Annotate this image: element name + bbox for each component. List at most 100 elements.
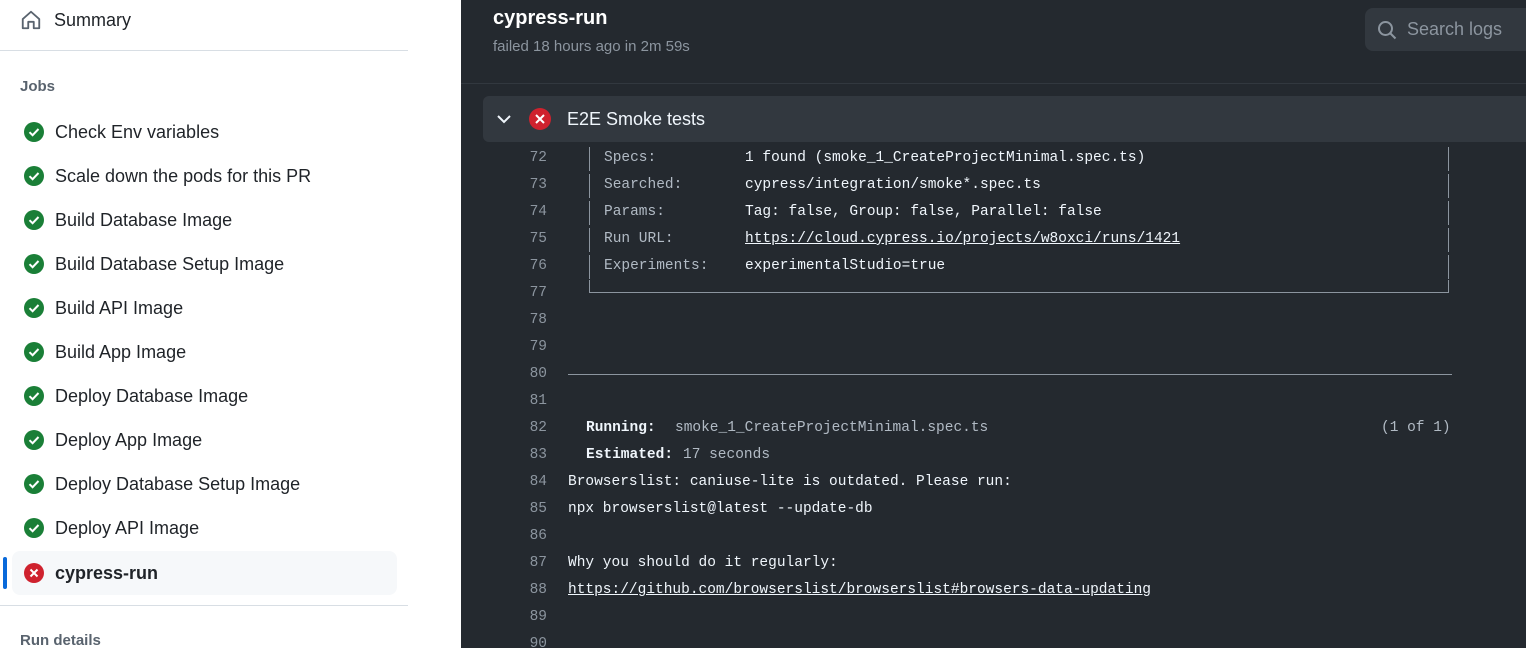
failure-x-icon bbox=[529, 108, 551, 130]
line-number[interactable]: 83 bbox=[499, 447, 547, 463]
line-number[interactable]: 80 bbox=[499, 366, 547, 382]
log-key: Params: bbox=[604, 204, 665, 220]
line-number[interactable]: 90 bbox=[499, 636, 547, 648]
job-label: Check Env variables bbox=[55, 121, 220, 142]
header-divider bbox=[461, 83, 1526, 84]
line-number[interactable]: 75 bbox=[499, 231, 547, 247]
log-value: experimentalStudio=true bbox=[745, 258, 946, 274]
failure-x-icon bbox=[24, 563, 44, 583]
box-border bbox=[1448, 147, 1449, 171]
sidebar-job-build-db[interactable]: Build Database Image bbox=[12, 198, 397, 242]
line-number[interactable]: 88 bbox=[499, 582, 547, 598]
line-number[interactable]: 73 bbox=[499, 177, 547, 193]
search-logs[interactable] bbox=[1365, 8, 1526, 51]
sidebar-job-scale-down[interactable]: Scale down the pods for this PR bbox=[12, 154, 397, 198]
log-line: 87 Why you should do it regularly: bbox=[461, 550, 1526, 576]
job-status-text: failed 18 hours ago in 2m 59s bbox=[493, 38, 690, 55]
job-label: Build Database Image bbox=[55, 209, 233, 230]
line-number[interactable]: 79 bbox=[499, 339, 547, 355]
spec-counter: (1 of 1) bbox=[1381, 420, 1451, 436]
sidebar-job-build-api[interactable]: Build API Image bbox=[12, 286, 397, 330]
line-number[interactable]: 84 bbox=[499, 474, 547, 490]
box-border bbox=[589, 292, 1449, 293]
search-icon bbox=[1378, 20, 1397, 39]
sidebar-job-build-app[interactable]: Build App Image bbox=[12, 330, 397, 374]
line-number[interactable]: 76 bbox=[499, 258, 547, 274]
sidebar-job-deploy-db-setup[interactable]: Deploy Database Setup Image bbox=[12, 462, 397, 506]
sidebar-job-check-env[interactable]: Check Env variables bbox=[12, 110, 397, 154]
log-line: 88 https://github.com/browserslist/brows… bbox=[461, 577, 1526, 603]
log-line: 80 bbox=[461, 361, 1526, 387]
sidebar-job-build-db-setup[interactable]: Build Database Setup Image bbox=[12, 242, 397, 286]
log-key: Experiments: bbox=[604, 258, 709, 274]
log-line: 72 Specs: 1 found (smoke_1_CreateProject… bbox=[461, 145, 1526, 171]
log-line: 77 bbox=[461, 280, 1526, 306]
job-label: Scale down the pods for this PR bbox=[55, 165, 312, 186]
box-border bbox=[589, 201, 590, 225]
success-check-icon bbox=[24, 518, 44, 538]
chevron-down-icon[interactable] bbox=[495, 110, 513, 128]
log-key: Specs: bbox=[604, 150, 657, 166]
line-number[interactable]: 74 bbox=[499, 204, 547, 220]
log-line: 89 bbox=[461, 604, 1526, 630]
step-label: E2E Smoke tests bbox=[567, 108, 706, 129]
box-border bbox=[589, 174, 590, 198]
success-check-icon bbox=[24, 166, 44, 186]
line-number[interactable]: 81 bbox=[499, 393, 547, 409]
sidebar-item-summary[interactable]: Summary bbox=[20, 6, 131, 34]
job-label: Deploy Database Image bbox=[55, 385, 249, 406]
step-e2e-smoke-tests[interactable]: E2E Smoke tests bbox=[483, 96, 1526, 142]
log-line: 79 bbox=[461, 334, 1526, 360]
line-number[interactable]: 86 bbox=[499, 528, 547, 544]
success-check-icon bbox=[24, 298, 44, 318]
success-check-icon bbox=[24, 474, 44, 494]
line-number[interactable]: 82 bbox=[499, 420, 547, 436]
log-line: 75 Run URL: https://cloud.cypress.io/pro… bbox=[461, 226, 1526, 252]
box-border bbox=[1448, 280, 1449, 293]
sidebar-job-deploy-db[interactable]: Deploy Database Image bbox=[12, 374, 397, 418]
line-number[interactable]: 78 bbox=[499, 312, 547, 328]
sidebar-job-deploy-api[interactable]: Deploy API Image bbox=[12, 506, 397, 550]
box-border bbox=[1448, 174, 1449, 198]
log-line: 81 bbox=[461, 388, 1526, 414]
job-label: Deploy API Image bbox=[55, 517, 200, 538]
success-check-icon bbox=[24, 254, 44, 274]
sidebar-job-deploy-app[interactable]: Deploy App Image bbox=[12, 418, 397, 462]
box-border bbox=[1448, 201, 1449, 225]
log-key: Searched: bbox=[604, 177, 683, 193]
jobs-sidebar: Summary Jobs Check Env variables Scale d… bbox=[0, 0, 461, 648]
box-border bbox=[1448, 228, 1449, 252]
job-label: Deploy Database Setup Image bbox=[55, 473, 301, 494]
line-number[interactable]: 77 bbox=[499, 285, 547, 301]
job-title: cypress-run bbox=[493, 7, 608, 29]
log-value: cypress/integration/smoke*.spec.ts bbox=[745, 177, 1041, 193]
box-border bbox=[589, 147, 590, 171]
job-label: Build App Image bbox=[55, 341, 187, 362]
sidebar-divider bbox=[0, 605, 408, 606]
log-line: 83 Estimated: 17 seconds bbox=[461, 442, 1526, 468]
job-label: Build Database Setup Image bbox=[55, 253, 285, 274]
success-check-icon bbox=[24, 386, 44, 406]
log-key: Estimated: bbox=[586, 447, 674, 463]
log-line: 85 npx browserslist@latest --update-db bbox=[461, 496, 1526, 522]
jobs-section-label: Jobs bbox=[20, 78, 56, 95]
log-text: Browserslist: caniuse-lite is outdated. … bbox=[568, 474, 1012, 490]
summary-label: Summary bbox=[54, 9, 132, 30]
log-key: Run URL: bbox=[604, 231, 674, 247]
line-number[interactable]: 87 bbox=[499, 555, 547, 571]
browserslist-link[interactable]: https://github.com/browserslist/browsers… bbox=[568, 582, 1151, 598]
log-key: Running: bbox=[586, 420, 656, 436]
log-value: 17 seconds bbox=[683, 447, 771, 463]
log-line: 84 Browserslist: caniuse-lite is outdate… bbox=[461, 469, 1526, 495]
search-logs-input[interactable] bbox=[1407, 19, 1526, 40]
sidebar-job-cypress-run[interactable]: cypress-run bbox=[12, 551, 397, 595]
job-label: Build API Image bbox=[55, 297, 184, 318]
run-url-link[interactable]: https://cloud.cypress.io/projects/w8oxci… bbox=[745, 231, 1180, 247]
log-text: Why you should do it regularly: bbox=[568, 555, 838, 571]
line-number[interactable]: 72 bbox=[499, 150, 547, 166]
success-check-icon bbox=[24, 430, 44, 450]
sidebar-divider bbox=[0, 50, 408, 51]
line-number[interactable]: 85 bbox=[499, 501, 547, 517]
line-number[interactable]: 89 bbox=[499, 609, 547, 625]
box-border bbox=[1448, 255, 1449, 279]
